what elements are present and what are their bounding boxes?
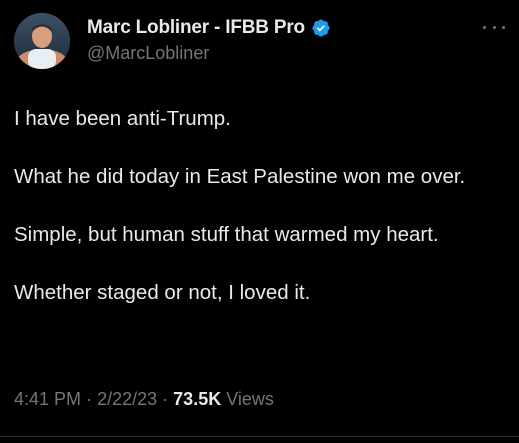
meta-separator: · <box>162 389 169 409</box>
avatar[interactable] <box>14 13 70 69</box>
verified-badge-icon <box>311 18 331 38</box>
profile-photo <box>14 13 70 69</box>
divider <box>0 436 519 437</box>
tweet-date[interactable]: 2/22/23 <box>97 389 157 409</box>
views-label: Views <box>226 389 274 409</box>
author-name-row[interactable]: Marc Lobliner - IFBB Pro <box>87 16 331 40</box>
tweet-meta: 4:41 PM · 2/22/23 · 73.5K Views <box>14 389 274 410</box>
tweet-paragraph: Simple, but human stuff that warmed my h… <box>14 223 439 246</box>
display-name[interactable]: Marc Lobliner - IFBB Pro <box>87 17 305 39</box>
tweet-text: I have been anti-Trump. What he did toda… <box>14 104 506 336</box>
meta-separator: · <box>86 389 93 409</box>
more-options-icon[interactable] <box>483 22 505 32</box>
views-count[interactable]: 73.5K <box>173 389 221 409</box>
author-handle[interactable]: @MarcLobliner <box>87 43 209 64</box>
tweet-paragraph: What he did today in East Palestine won … <box>14 165 466 188</box>
tweet-time[interactable]: 4:41 PM <box>14 389 81 409</box>
tweet: Marc Lobliner - IFBB Pro @MarcLobliner I… <box>0 0 519 443</box>
tweet-paragraph: Whether staged or not, I loved it. <box>14 281 311 304</box>
tweet-paragraph: I have been anti-Trump. <box>14 107 231 130</box>
